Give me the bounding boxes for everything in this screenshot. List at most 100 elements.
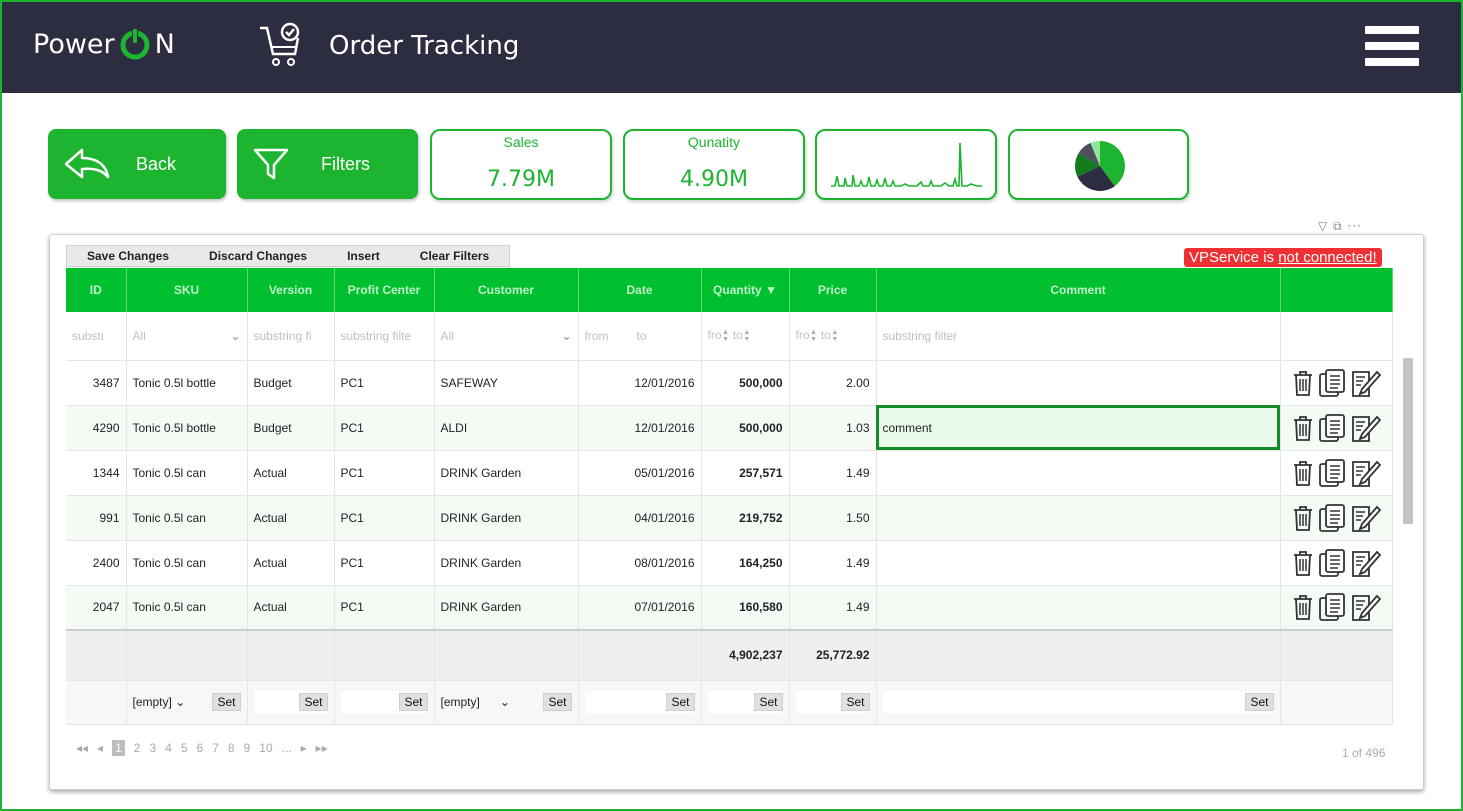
version-set-button[interactable]: Set — [299, 693, 328, 711]
col-date[interactable]: Date — [578, 268, 702, 312]
date-to-input[interactable]: to — [637, 329, 647, 343]
table-row[interactable]: 1344 Tonic 0.5l can Actual PC1 DRINK Gar… — [66, 450, 1393, 496]
quantity-card[interactable]: Qunatity 4.90M — [623, 129, 805, 200]
qty-from-input[interactable]: fro — [708, 328, 722, 342]
trash-icon[interactable] — [1291, 414, 1315, 442]
spinner-icon[interactable]: ▲ ▼ — [743, 329, 751, 343]
pc-set-button[interactable]: Set — [399, 693, 428, 711]
customer-filter-select[interactable]: All ⌄ — [434, 312, 579, 361]
table-row[interactable]: 3487 Tonic 0.5l bottle Budget PC1 SAFEWA… — [66, 360, 1393, 406]
cell-comment[interactable] — [876, 585, 1281, 631]
edit-icon[interactable] — [1351, 458, 1382, 488]
date-set-button[interactable]: Set — [666, 693, 695, 711]
cell-price: 1.49 — [789, 585, 877, 631]
save-changes-button[interactable]: Save Changes — [67, 246, 189, 266]
id-filter-input[interactable]: substı — [66, 312, 127, 361]
page-link[interactable]: 6 — [197, 741, 204, 755]
price-to-input[interactable]: to — [821, 328, 831, 342]
copy-icon[interactable] — [1318, 592, 1348, 622]
col-profit-center[interactable]: Profit Center — [334, 268, 435, 312]
customer-set-button[interactable]: Set — [543, 693, 572, 711]
copy-icon[interactable] — [1318, 548, 1348, 578]
next-page-icon[interactable]: ▸ — [301, 741, 307, 755]
edit-icon[interactable] — [1351, 413, 1382, 443]
trash-icon[interactable] — [1291, 459, 1315, 487]
qty-set-button[interactable]: Set — [754, 693, 783, 711]
page-link[interactable]: 4 — [165, 741, 172, 755]
copy-icon[interactable] — [1318, 368, 1348, 398]
page-ellipsis[interactable]: ... — [282, 741, 292, 755]
cell-comment[interactable] — [876, 360, 1281, 406]
col-sku[interactable]: SKU — [126, 268, 248, 312]
qty-to-input[interactable]: to — [733, 328, 743, 342]
col-comment[interactable]: Comment — [876, 268, 1281, 312]
date-from-input[interactable]: from — [585, 329, 609, 343]
bulk-set-row: [empty] ⌄ Set Set Set [empty] ⌄ Set Set Se… — [66, 680, 1393, 725]
page-current[interactable]: 1 — [112, 740, 125, 756]
table-row[interactable]: 2047 Tonic 0.5l can Actual PC1 DRINK Gar… — [66, 585, 1393, 631]
sku-set-select[interactable]: [empty] ⌄ — [133, 695, 186, 709]
spinner-icon[interactable]: ▲ ▼ — [810, 329, 818, 343]
table-row[interactable]: 2400 Tonic 0.5l can Actual PC1 DRINK Gar… — [66, 540, 1393, 586]
page-link[interactable]: 10 — [259, 741, 272, 755]
comment-set-button[interactable]: Set — [1245, 693, 1274, 711]
copy-icon[interactable] — [1318, 503, 1348, 533]
insert-button[interactable]: Insert — [327, 246, 400, 266]
col-version[interactable]: Version — [247, 268, 335, 312]
filters-button[interactable]: Filters — [237, 129, 418, 199]
price-from-input[interactable]: fro — [796, 328, 810, 342]
page-link[interactable]: 5 — [181, 741, 188, 755]
col-price[interactable]: Price — [789, 268, 877, 312]
price-filter[interactable]: fro▲ ▼ to▲ ▼ — [789, 312, 877, 361]
cell-comment[interactable] — [876, 450, 1281, 496]
version-filter-input[interactable]: substring fi — [247, 312, 335, 361]
last-page-icon[interactable]: ▸▸ — [316, 741, 328, 755]
copy-icon[interactable] — [1318, 413, 1348, 443]
sku-set-button[interactable]: Set — [212, 693, 241, 711]
page-link[interactable]: 8 — [228, 741, 235, 755]
prev-page-icon[interactable]: ◂ — [97, 741, 103, 755]
back-button[interactable]: Back — [48, 129, 226, 199]
page-link[interactable]: 2 — [134, 741, 141, 755]
first-page-icon[interactable]: ◂◂ — [76, 741, 88, 755]
comment-edit-input[interactable]: comment — [876, 405, 1281, 451]
edit-icon[interactable] — [1351, 592, 1382, 622]
col-customer[interactable]: Customer — [434, 268, 579, 312]
table-row[interactable]: 4290 Tonic 0.5l bottle Budget PC1 ALDI 1… — [66, 405, 1393, 451]
edit-icon[interactable] — [1351, 503, 1382, 533]
hamburger-icon[interactable] — [1365, 26, 1419, 72]
cell-comment[interactable] — [876, 495, 1281, 541]
page-link[interactable]: 3 — [149, 741, 156, 755]
sku-filter-select[interactable]: All ⌄ — [126, 312, 248, 361]
col-id[interactable]: ID — [66, 268, 127, 312]
profit-center-filter-input[interactable]: substring filte — [334, 312, 435, 361]
sparkline-card[interactable] — [815, 129, 997, 200]
col-quantity[interactable]: Quantity ▼ — [701, 268, 790, 312]
spinner-icon[interactable]: ▲ ▼ — [722, 329, 730, 343]
copy-icon[interactable] — [1318, 458, 1348, 488]
quantity-filter[interactable]: fro▲ ▼ to▲ ▼ — [701, 312, 790, 361]
date-filter[interactable]: from to — [578, 312, 702, 361]
visual-options-icons[interactable]: ▽ ⧉ ··· — [1318, 219, 1362, 234]
discard-changes-button[interactable]: Discard Changes — [189, 246, 327, 266]
clear-filters-button[interactable]: Clear Filters — [400, 246, 509, 266]
trash-icon[interactable] — [1291, 549, 1315, 577]
customer-set-select[interactable]: [empty] ⌄ — [441, 695, 510, 709]
edit-icon[interactable] — [1351, 548, 1382, 578]
trash-icon[interactable] — [1291, 593, 1315, 621]
comment-filter-input[interactable]: substring filter — [876, 312, 1281, 361]
trash-icon[interactable] — [1291, 504, 1315, 532]
brand-text-right: N — [154, 28, 175, 60]
vertical-scrollbar[interactable] — [1403, 358, 1413, 524]
cell-comment[interactable] — [876, 540, 1281, 586]
spinner-icon[interactable]: ▲ ▼ — [831, 329, 839, 343]
trash-icon[interactable] — [1291, 369, 1315, 397]
cell-id: 4290 — [66, 405, 127, 451]
table-row[interactable]: 991 Tonic 0.5l can Actual PC1 DRINK Gard… — [66, 495, 1393, 541]
page-link[interactable]: 7 — [212, 741, 219, 755]
price-set-button[interactable]: Set — [841, 693, 870, 711]
edit-icon[interactable] — [1351, 368, 1382, 398]
page-link[interactable]: 9 — [244, 741, 251, 755]
sales-card[interactable]: Sales 7.79M — [430, 129, 612, 200]
pie-card[interactable] — [1008, 129, 1189, 200]
